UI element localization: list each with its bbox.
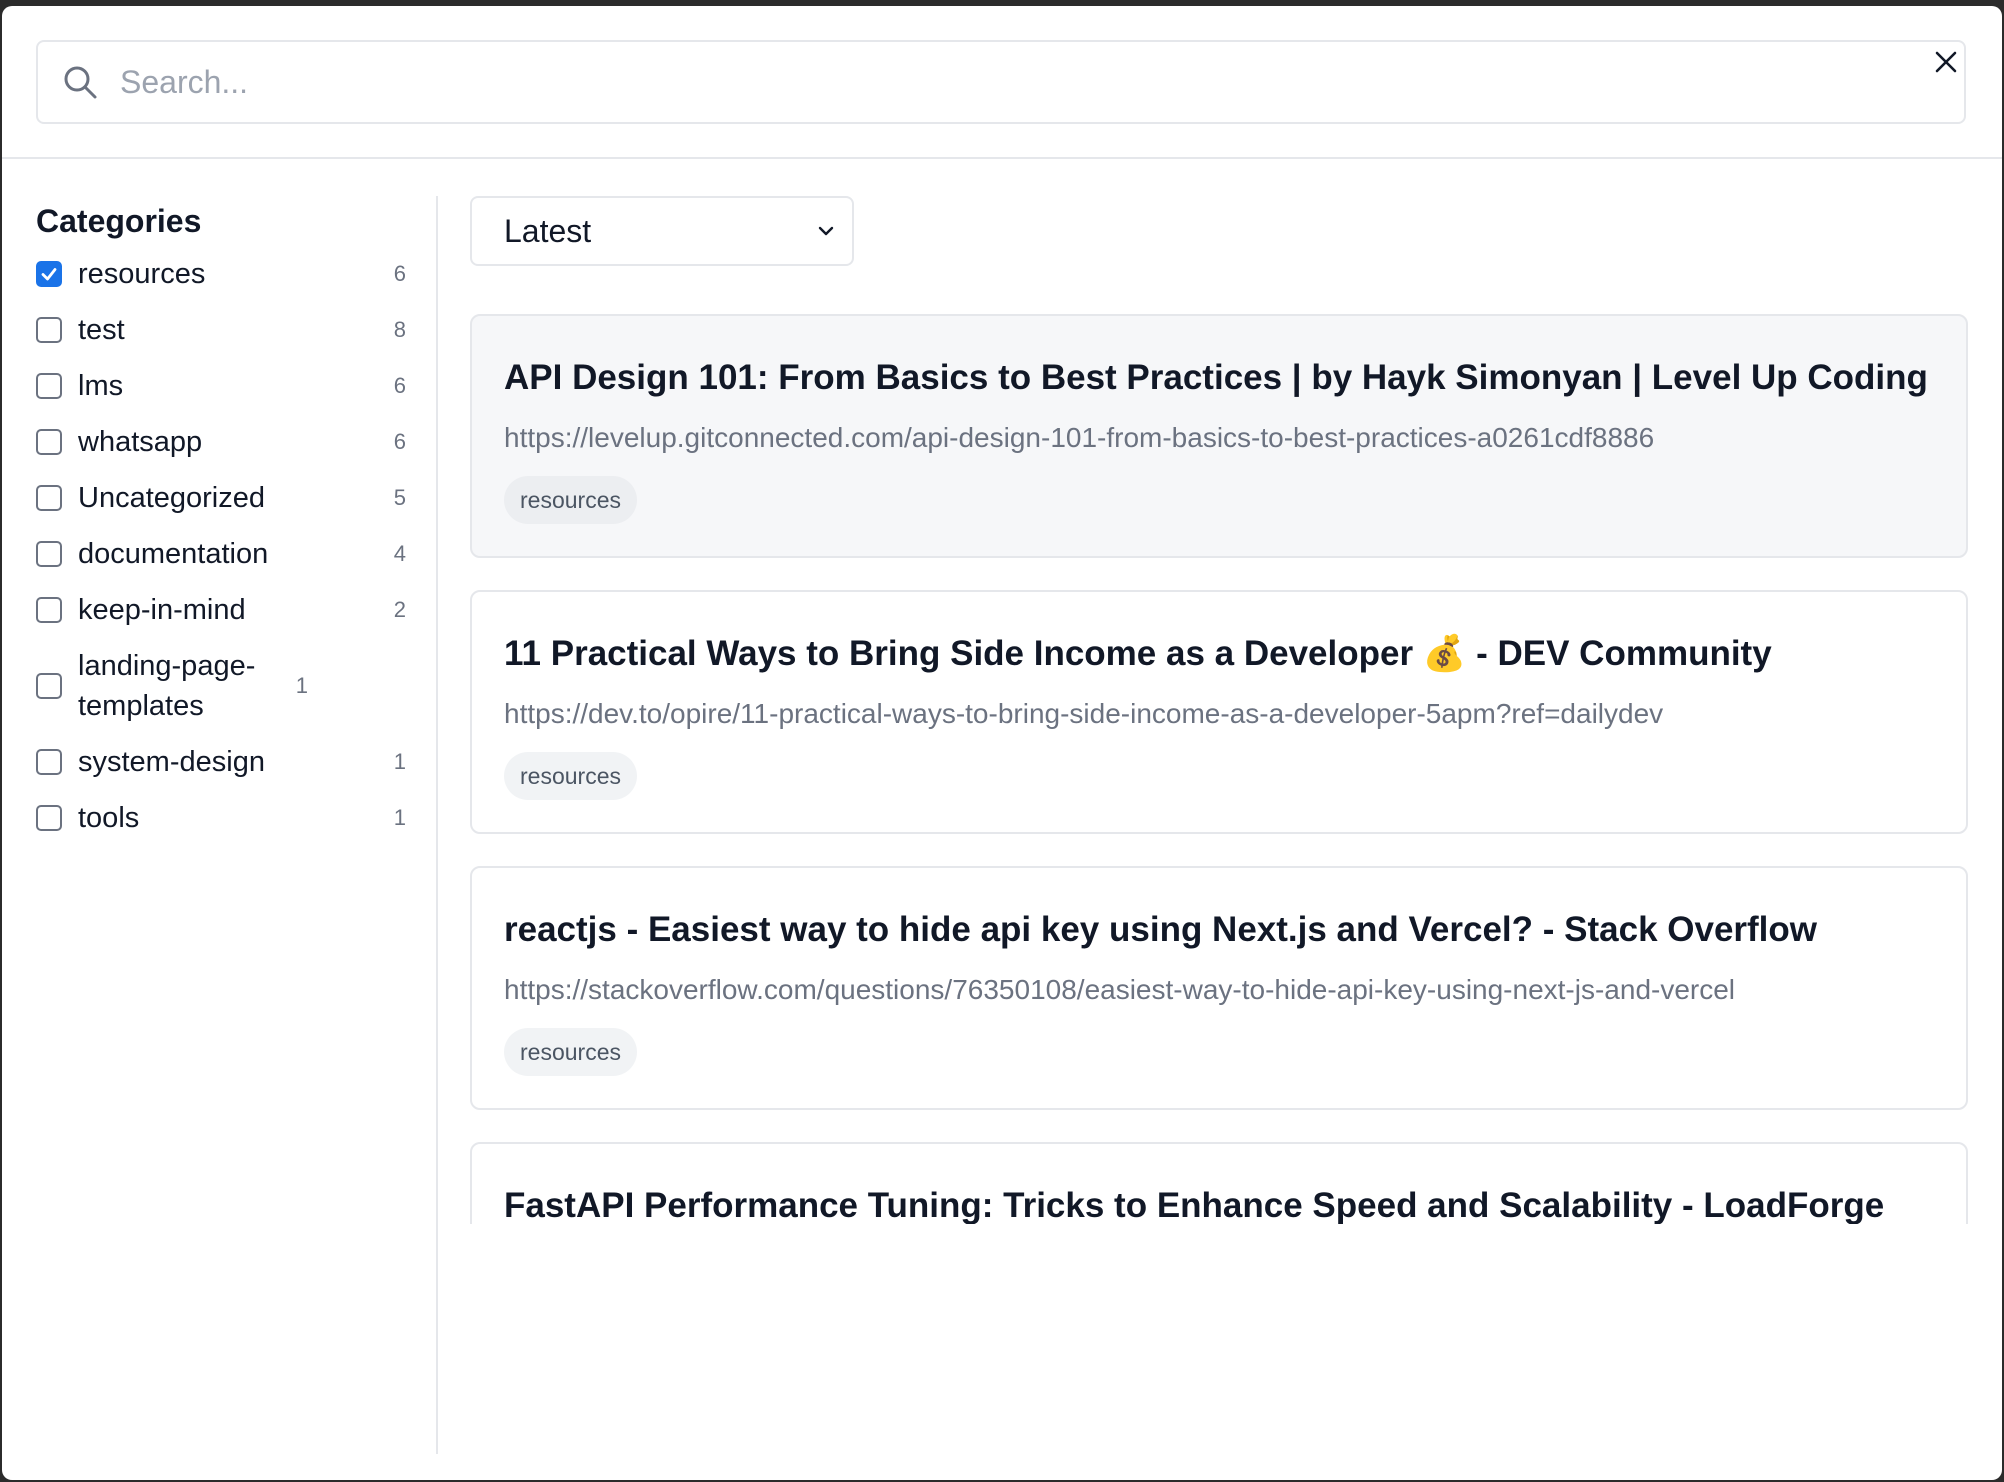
category-item-tools[interactable]: tools 1 (36, 790, 406, 846)
category-count: 1 (393, 805, 406, 830)
result-title[interactable]: reactjs - Easiest way to hide api key us… (504, 908, 1934, 952)
category-item-documentation[interactable]: documentation 4 (36, 526, 406, 582)
category-count: 6 (393, 261, 406, 286)
category-label: system-design (78, 746, 265, 778)
category-label: tools (78, 802, 140, 834)
result-card[interactable]: 11 Practical Ways to Bring Side Income a… (470, 590, 1968, 834)
category-label: landing-page-templates (78, 650, 256, 722)
category-count: 6 (393, 429, 406, 454)
category-count: 2 (393, 597, 406, 622)
category-label: lms (78, 370, 124, 402)
results-list: API Design 101: From Basics to Best Prac… (470, 314, 1968, 1224)
checkbox[interactable] (36, 373, 62, 399)
result-url[interactable]: https://dev.to/opire/11-practical-ways-t… (504, 696, 1934, 732)
category-item-test[interactable]: test 8 (36, 302, 406, 358)
category-item-whatsapp[interactable]: whatsapp 6 (36, 414, 406, 470)
checkbox[interactable] (36, 597, 62, 623)
checkbox[interactable] (36, 805, 62, 831)
header-divider (2, 157, 2002, 159)
sort-select[interactable]: Latest (470, 196, 854, 266)
result-card[interactable]: API Design 101: From Basics to Best Prac… (470, 314, 1968, 558)
category-item-lms[interactable]: lms 6 (36, 358, 406, 414)
result-tag[interactable]: resources (504, 1028, 637, 1076)
categories-sidebar: Categories resources 6 test 8 lms 6 what… (36, 196, 406, 846)
search-bar (36, 40, 1966, 124)
result-url[interactable]: https://stackoverflow.com/questions/7635… (504, 972, 1934, 1008)
result-url[interactable]: https://levelup.gitconnected.com/api-des… (504, 420, 1934, 456)
result-title[interactable]: API Design 101: From Basics to Best Prac… (504, 356, 1934, 400)
result-card[interactable]: reactjs - Easiest way to hide api key us… (470, 866, 1968, 1110)
category-count: 1 (295, 673, 308, 698)
category-label: test (78, 314, 125, 346)
category-count: 1 (393, 749, 406, 774)
categories-title: Categories (36, 203, 202, 239)
checkbox[interactable] (36, 261, 62, 287)
search-input[interactable] (120, 63, 1920, 101)
search-modal: Categories resources 6 test 8 lms 6 (2, 6, 2002, 1480)
category-item-resources[interactable]: resources 6 (36, 246, 406, 302)
sort-selected-value: Latest (504, 212, 592, 249)
category-count: 5 (393, 485, 406, 510)
checkbox[interactable] (36, 541, 62, 567)
category-count: 8 (393, 317, 406, 342)
result-tag[interactable]: resources (504, 476, 637, 524)
checkbox[interactable] (36, 317, 62, 343)
category-label: whatsapp (78, 426, 203, 458)
category-label: resources (78, 258, 206, 290)
category-count: 6 (393, 373, 406, 398)
category-item-system-design[interactable]: system-design 1 (36, 734, 406, 790)
category-item-landing-page-templates[interactable]: landing-page-templates 1 (36, 638, 406, 734)
category-item-keep-in-mind[interactable]: keep-in-mind 2 (36, 582, 406, 638)
result-title[interactable]: FastAPI Performance Tuning: Tricks to En… (504, 1184, 1934, 1224)
checkbox[interactable] (36, 673, 62, 699)
search-icon (60, 62, 100, 102)
category-item-uncategorized[interactable]: Uncategorized 5 (36, 470, 406, 526)
category-label: documentation (78, 538, 269, 570)
checkbox[interactable] (36, 749, 62, 775)
chevron-down-icon (818, 226, 834, 236)
checkbox[interactable] (36, 485, 62, 511)
category-count: 4 (393, 541, 406, 566)
result-tag[interactable]: resources (504, 752, 637, 800)
check-icon (41, 268, 57, 281)
category-label: Uncategorized (78, 482, 265, 514)
category-list: resources 6 test 8 lms 6 whatsapp 6 Unca… (36, 246, 406, 846)
checkbox[interactable] (36, 429, 62, 455)
sidebar-divider (436, 196, 438, 1454)
result-card[interactable]: FastAPI Performance Tuning: Tricks to En… (470, 1142, 1968, 1224)
result-title[interactable]: 11 Practical Ways to Bring Side Income a… (504, 632, 1934, 676)
category-label: keep-in-mind (78, 594, 246, 626)
